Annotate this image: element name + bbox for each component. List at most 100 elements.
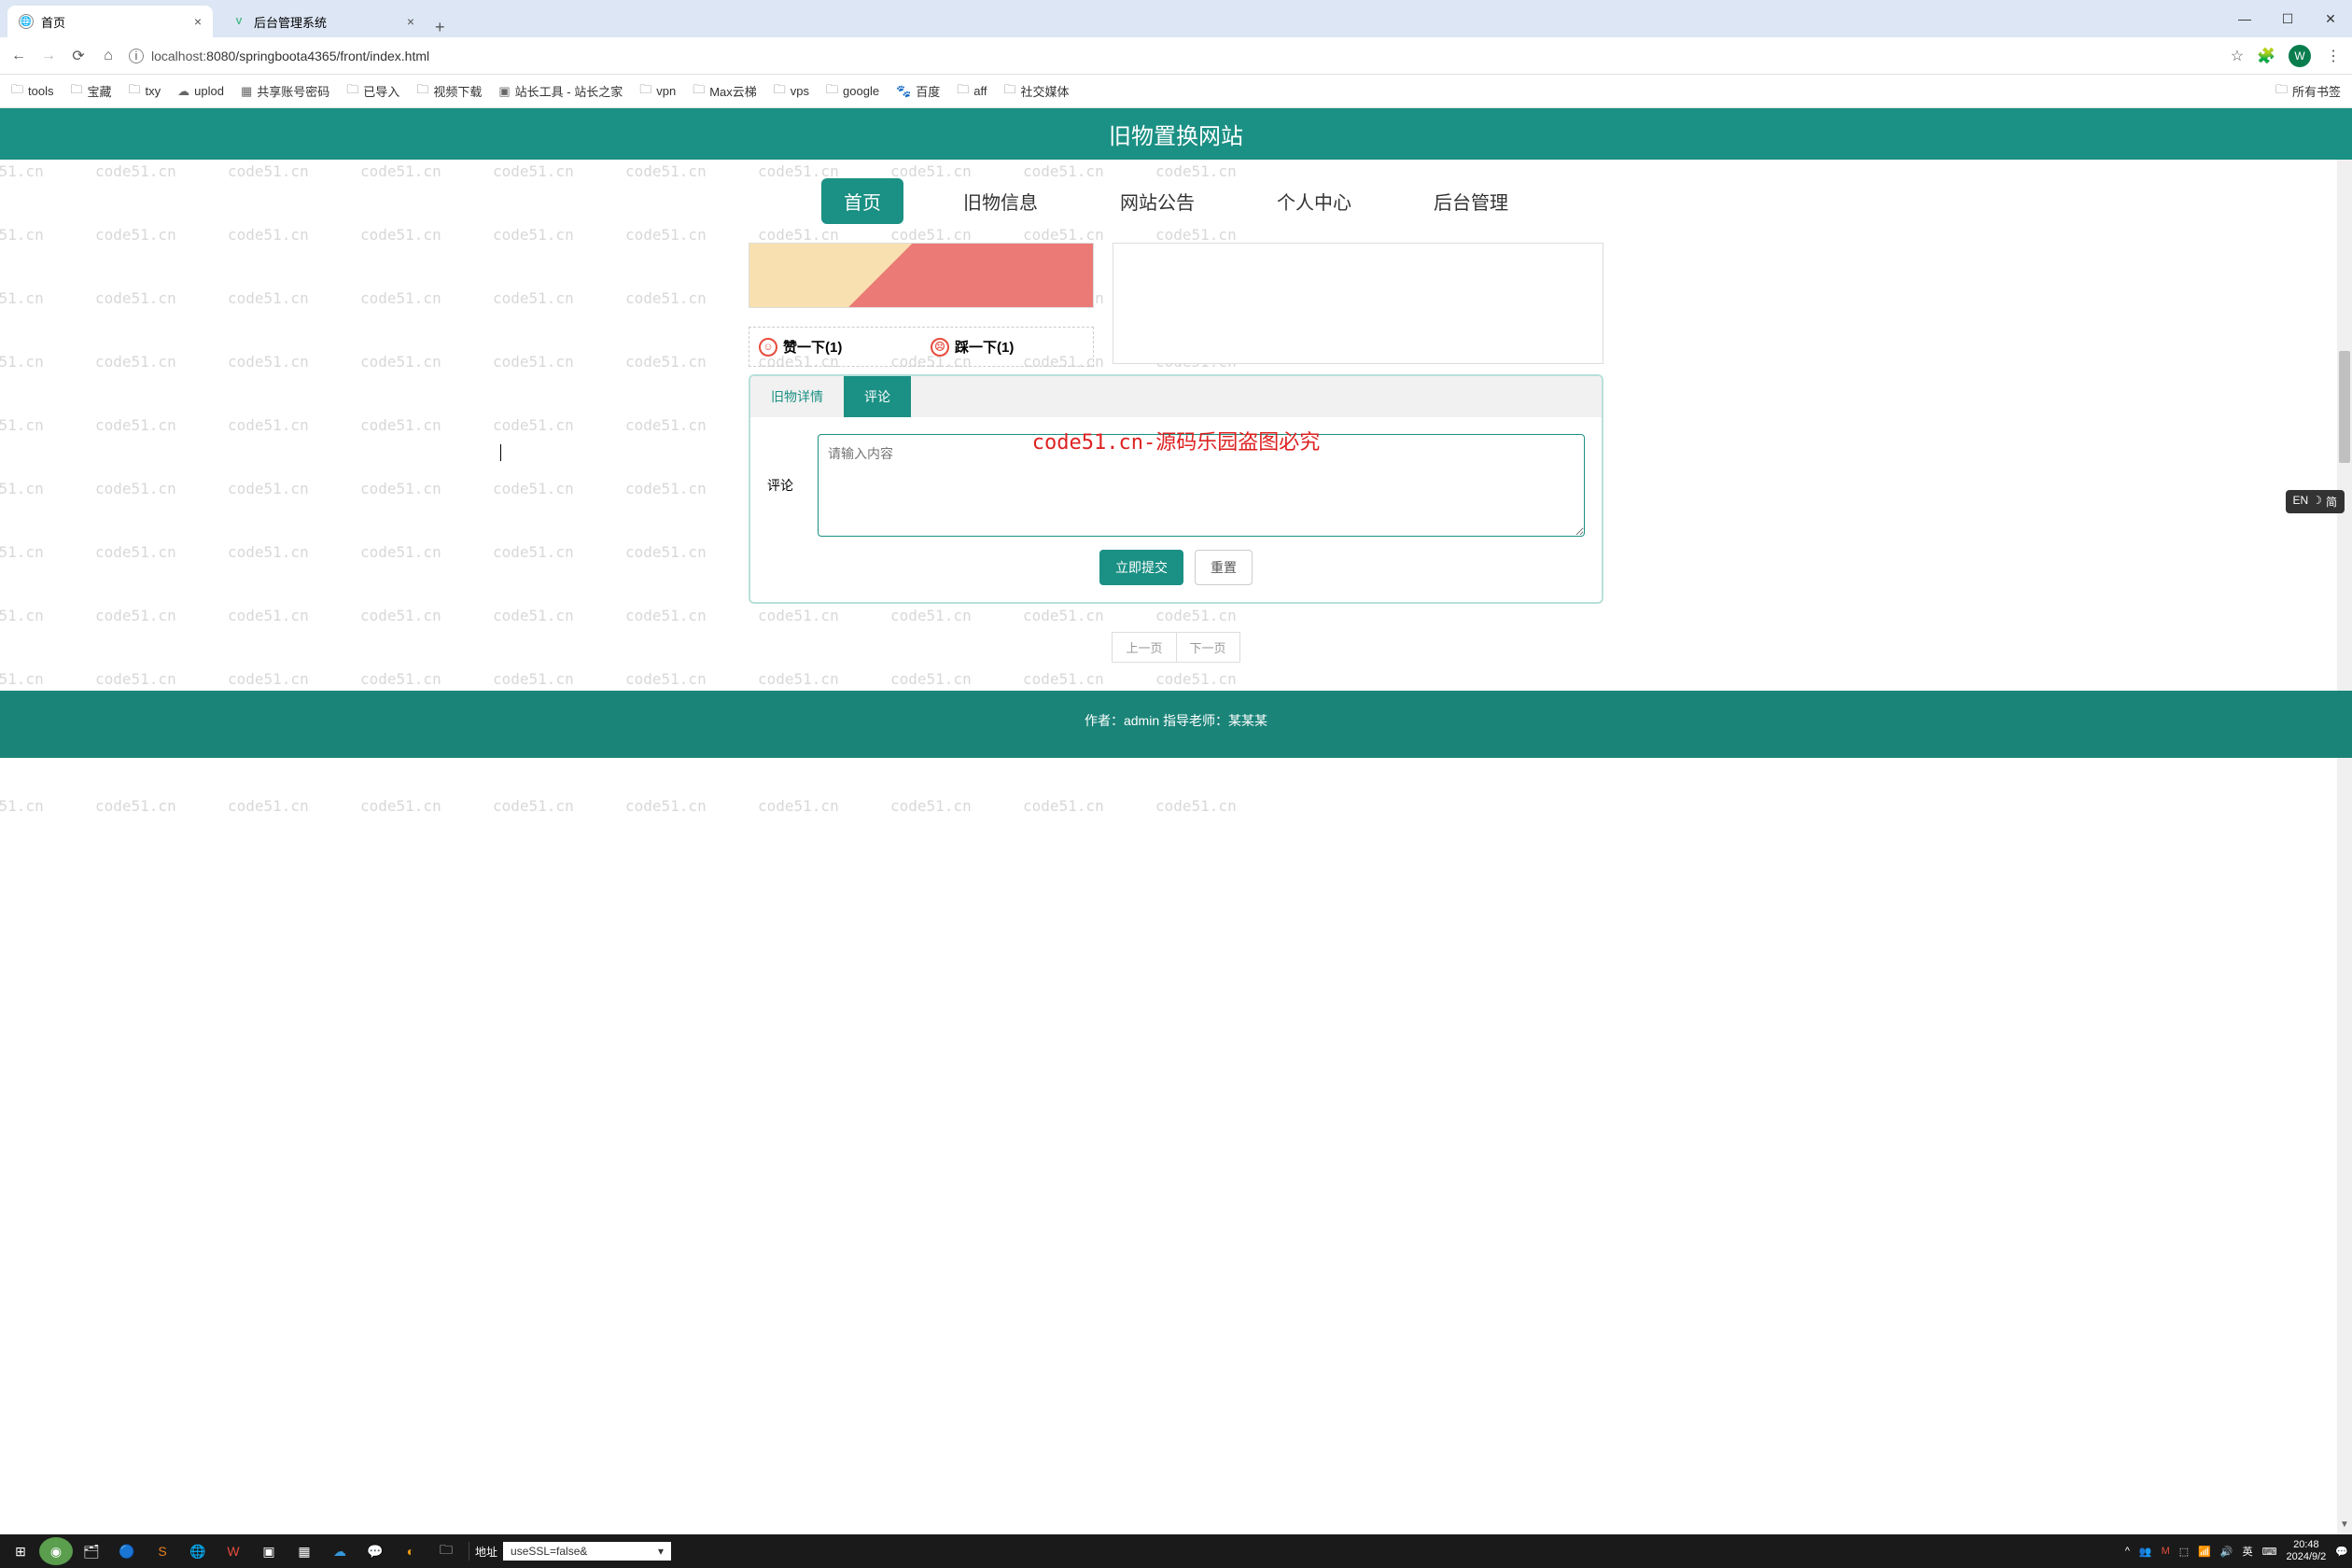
close-window-button[interactable]: ✕: [2309, 0, 2352, 37]
scroll-thumb[interactable]: [2339, 351, 2350, 463]
extensions-icon[interactable]: 🧩: [2257, 47, 2275, 65]
moon-icon: ☽: [2312, 494, 2322, 510]
tab-comment[interactable]: 评论: [844, 376, 911, 417]
nav-home[interactable]: 首页: [821, 178, 903, 224]
bookmark-item[interactable]: 🗀已导入: [346, 81, 399, 102]
bookmark-star-icon[interactable]: ☆: [2231, 47, 2244, 65]
tray-icon[interactable]: M: [2162, 1546, 2170, 1557]
folder-icon: 🗀: [11, 81, 23, 102]
menu-button[interactable]: ⋮: [2324, 47, 2343, 65]
folder-icon: 🗀: [70, 81, 82, 102]
new-tab-button[interactable]: +: [426, 18, 455, 37]
product-image: [749, 243, 1094, 308]
ime-indicator[interactable]: EN ☽ 简: [2286, 490, 2345, 513]
task-app[interactable]: W: [217, 1537, 250, 1565]
like-label: 赞一下(1): [783, 337, 842, 357]
start-button[interactable]: ⊞: [4, 1537, 37, 1565]
bookmark-item[interactable]: ▣站长工具 - 站长之家: [498, 82, 623, 100]
nav-items[interactable]: 旧物信息: [941, 178, 1060, 224]
bookmark-item[interactable]: ▦共享账号密码: [241, 82, 329, 100]
close-icon[interactable]: ×: [194, 14, 202, 29]
minimize-button[interactable]: —: [2223, 0, 2266, 37]
browser-tab-inactive[interactable]: V 后台管理系统 ×: [220, 6, 426, 37]
tray-icon[interactable]: ⌨: [2262, 1546, 2277, 1558]
vertical-scrollbar[interactable]: ▲ ▼: [2337, 108, 2352, 1534]
bookmark-item[interactable]: 🗀社交媒体: [1004, 81, 1070, 102]
globe-icon: 🌐: [19, 14, 34, 29]
prev-page-button[interactable]: 上一页: [1112, 632, 1176, 663]
notifications-icon[interactable]: 💬: [2335, 1546, 2348, 1558]
scroll-down-arrow[interactable]: ▼: [2337, 1519, 2352, 1534]
tray-icon[interactable]: 👥: [2139, 1546, 2152, 1558]
task-edge[interactable]: 🌐: [181, 1537, 215, 1565]
browser-tab-active[interactable]: 🌐 首页 ×: [7, 6, 213, 37]
dislike-button[interactable]: ☹ 踩一下(1): [921, 328, 1093, 366]
reaction-bar: ☺ 赞一下(1) ☹ 踩一下(1): [749, 327, 1094, 367]
bookmark-item[interactable]: 🗀aff: [957, 81, 987, 102]
home-button[interactable]: ⌂: [99, 48, 118, 64]
main-nav: 首页 旧物信息 网站公告 个人中心 后台管理: [0, 160, 2352, 243]
site-info-icon[interactable]: i: [129, 49, 144, 63]
close-icon[interactable]: ×: [407, 14, 414, 29]
maximize-button[interactable]: ☐: [2266, 0, 2309, 37]
bookmark-item[interactable]: 🗀google: [826, 81, 879, 102]
baidu-icon: 🐾: [896, 84, 911, 99]
bookmark-item[interactable]: 🗀vps: [774, 81, 809, 102]
profile-avatar[interactable]: W: [2289, 45, 2311, 67]
task-app[interactable]: ◐: [394, 1537, 427, 1565]
task-app[interactable]: ▦: [287, 1537, 321, 1565]
page-viewport: code51.cncode51.cncode51.cncode51.cncode…: [0, 108, 2352, 1534]
taskbar-addr-label: 地址: [475, 1544, 497, 1560]
back-button[interactable]: ←: [9, 48, 28, 64]
reset-button[interactable]: 重置: [1195, 550, 1253, 585]
task-app[interactable]: ◉: [39, 1537, 73, 1565]
bookmarks-bar: 🗀tools 🗀宝藏 🗀txy ☁uplod ▦共享账号密码 🗀已导入 🗀视频下…: [0, 75, 2352, 108]
bookmark-item[interactable]: 🗀vpn: [639, 81, 676, 102]
windows-taskbar: ⊞ ◉ 🗂 🔵 S 🌐 W ▣ ▦ ☁ 💬 ◐ 🗀 地址 useSSL=fals…: [0, 1534, 2352, 1568]
like-button[interactable]: ☺ 赞一下(1): [749, 328, 921, 366]
bookmark-item[interactable]: 🐾百度: [896, 82, 940, 100]
tray-volume-icon[interactable]: 🔊: [2220, 1546, 2233, 1558]
taskbar-addr-input[interactable]: useSSL=false&▾: [503, 1542, 671, 1561]
bookmark-item[interactable]: 🗀宝藏: [70, 81, 111, 102]
text-cursor: [500, 444, 501, 461]
tray-ime[interactable]: 英: [2243, 1544, 2253, 1559]
tray-icon[interactable]: ^: [2125, 1546, 2130, 1557]
next-page-button[interactable]: 下一页: [1177, 632, 1240, 663]
task-app[interactable]: ▣: [252, 1537, 286, 1565]
chevron-down-icon: ▾: [658, 1545, 664, 1558]
task-app[interactable]: 🗀: [429, 1537, 463, 1565]
sheet-icon: ▦: [241, 84, 252, 99]
submit-button[interactable]: 立即提交: [1099, 550, 1183, 585]
address-bar[interactable]: i localhost:8080/springboota4365/front/i…: [129, 49, 2219, 63]
taskbar-clock[interactable]: 20:48 2024/9/2: [2286, 1539, 2326, 1563]
comment-textarea[interactable]: [818, 434, 1585, 537]
tab-title: 后台管理系统: [254, 13, 327, 31]
task-chrome[interactable]: 🔵: [110, 1537, 144, 1565]
task-app[interactable]: 🗂: [75, 1537, 108, 1565]
folder-icon: 🗀: [2275, 81, 2288, 102]
reload-button[interactable]: ⟳: [69, 47, 88, 65]
task-app[interactable]: ☁: [323, 1537, 357, 1565]
bookmark-item[interactable]: 🗀tools: [11, 81, 53, 102]
tray-wifi-icon[interactable]: 📶: [2198, 1546, 2211, 1558]
site-header: 旧物置换网站: [0, 108, 2352, 160]
task-app[interactable]: S: [146, 1537, 179, 1565]
folder-icon: 🗀: [1004, 81, 1016, 102]
nav-admin[interactable]: 后台管理: [1411, 178, 1531, 224]
bookmark-item[interactable]: ☁uplod: [177, 84, 224, 99]
bookmark-item[interactable]: 🗀视频下载: [416, 81, 482, 102]
detail-tabs-panel: 旧物详情 评论 评论 立即提交 重置: [749, 374, 1603, 604]
nav-profile[interactable]: 个人中心: [1254, 178, 1374, 224]
tab-detail[interactable]: 旧物详情: [750, 376, 844, 417]
all-bookmarks-button[interactable]: 🗀所有书签: [2275, 81, 2341, 102]
site-title: 旧物置换网站: [1109, 124, 1243, 149]
forward-button[interactable]: →: [39, 48, 58, 64]
bookmark-item[interactable]: 🗀txy: [129, 81, 161, 102]
task-wechat[interactable]: 💬: [358, 1537, 392, 1565]
folder-icon: 🗀: [639, 81, 651, 102]
bookmark-item[interactable]: 🗀Max云梯: [693, 81, 757, 102]
tray-icon[interactable]: ⬚: [2179, 1546, 2189, 1558]
folder-icon: 🗀: [826, 81, 838, 102]
nav-announcements[interactable]: 网站公告: [1098, 178, 1217, 224]
